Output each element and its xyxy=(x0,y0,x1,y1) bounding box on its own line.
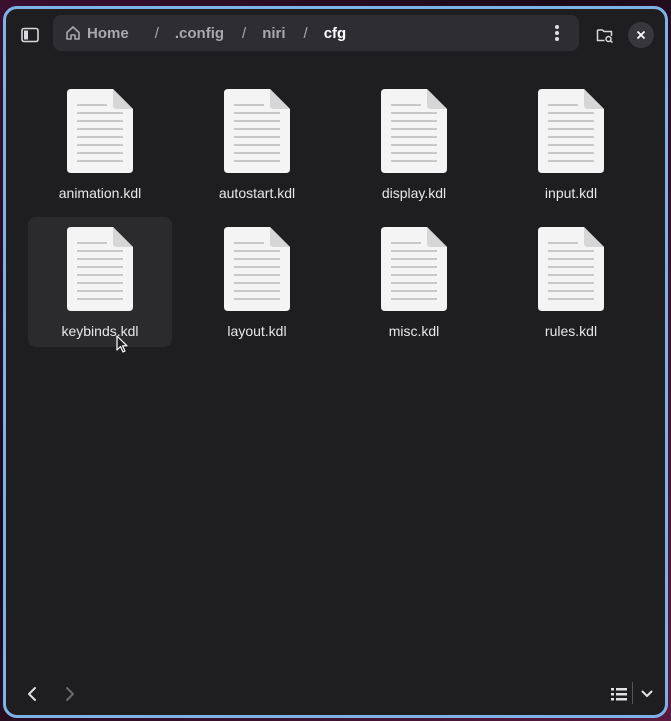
main-menu-button[interactable] xyxy=(545,21,569,45)
search-folder-button[interactable] xyxy=(591,21,619,49)
file-name: input.kdl xyxy=(544,185,598,201)
breadcrumb-cfg-label: cfg xyxy=(323,24,347,42)
file-item[interactable]: misc.kdl xyxy=(342,217,486,347)
file-name: display.kdl xyxy=(381,185,447,201)
header-bar: Home / .config / niri / cfg xyxy=(6,9,665,59)
chevron-left-icon xyxy=(28,687,36,701)
file-name: animation.kdl xyxy=(58,185,142,201)
file-item[interactable]: display.kdl xyxy=(342,79,486,209)
file-item[interactable]: input.kdl xyxy=(499,79,643,209)
close-button[interactable] xyxy=(628,22,654,48)
text-file-icon xyxy=(67,89,133,173)
file-name: rules.kdl xyxy=(544,323,598,339)
list-view-icon xyxy=(611,688,627,701)
breadcrumb-separator: / xyxy=(303,24,308,42)
file-name: misc.kdl xyxy=(388,323,440,339)
breadcrumb-config-label: .config xyxy=(174,24,225,42)
view-divider xyxy=(632,682,633,704)
file-item[interactable]: layout.kdl xyxy=(185,217,329,347)
sidebar-toggle-button[interactable] xyxy=(16,21,44,49)
text-file-icon xyxy=(381,89,447,173)
back-button[interactable] xyxy=(20,682,44,706)
close-icon xyxy=(636,30,646,40)
breadcrumb-home[interactable]: Home xyxy=(65,25,129,42)
file-item[interactable]: animation.kdl xyxy=(28,79,172,209)
text-file-icon xyxy=(381,227,447,311)
text-file-icon xyxy=(538,227,604,311)
mouse-cursor-icon xyxy=(116,335,128,353)
breadcrumb-niri-label: niri xyxy=(262,24,286,42)
chevron-right-icon xyxy=(66,687,74,701)
file-item-selected[interactable]: keybinds.kdl xyxy=(28,217,172,347)
view-options-dropdown[interactable] xyxy=(637,682,657,706)
breadcrumb-separator: / xyxy=(242,24,247,42)
breadcrumb-separator: / xyxy=(154,24,159,42)
breadcrumb-niri[interactable]: niri xyxy=(262,25,285,42)
text-file-icon xyxy=(224,89,290,173)
breadcrumb-cfg[interactable]: cfg xyxy=(324,25,347,42)
text-file-icon xyxy=(67,227,133,311)
home-icon xyxy=(66,26,80,40)
file-item[interactable]: autostart.kdl xyxy=(185,79,329,209)
more-vertical-icon xyxy=(555,25,559,41)
folder-search-icon xyxy=(596,29,613,43)
text-file-icon xyxy=(538,89,604,173)
list-view-button[interactable] xyxy=(607,682,631,706)
file-manager-window: Home / .config / niri / cfg animation.kd… xyxy=(3,6,668,718)
file-item[interactable]: rules.kdl xyxy=(499,217,643,347)
sidebar-toggle-icon xyxy=(21,27,39,43)
text-file-icon xyxy=(224,227,290,311)
file-name: layout.kdl xyxy=(227,323,287,339)
chevron-down-icon xyxy=(641,690,653,697)
file-name: autostart.kdl xyxy=(218,185,296,201)
breadcrumb-home-label: Home xyxy=(87,24,129,42)
path-bar: Home / .config / niri / cfg xyxy=(53,15,579,51)
breadcrumb-config[interactable]: .config xyxy=(175,25,224,42)
forward-button[interactable] xyxy=(58,682,82,706)
